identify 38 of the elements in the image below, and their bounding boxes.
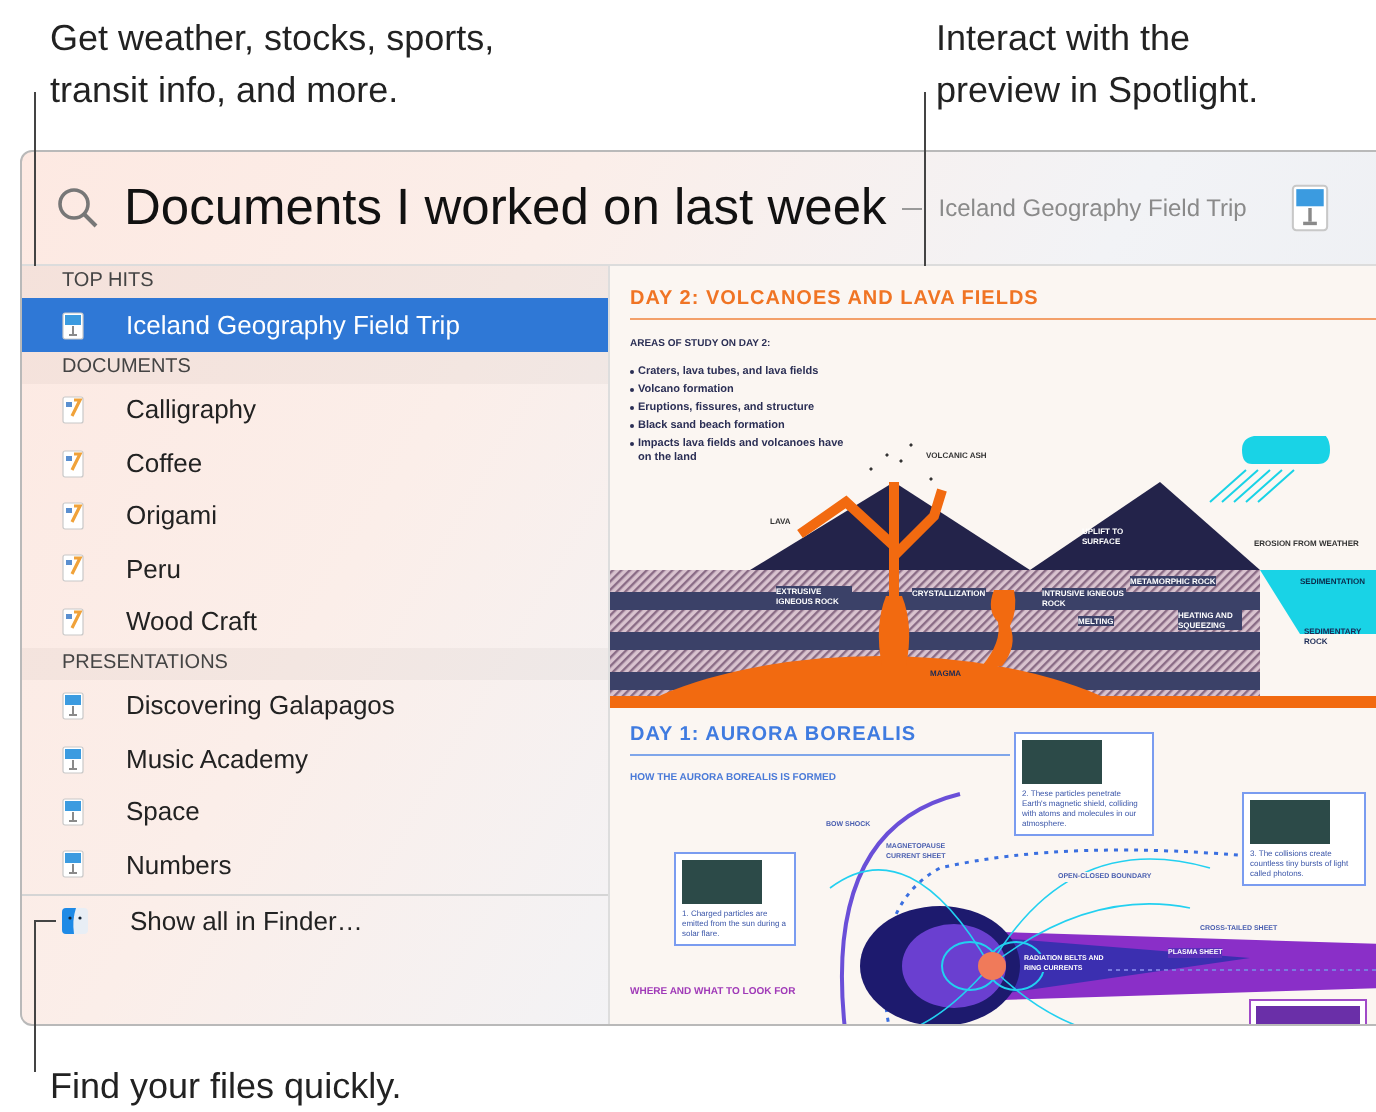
search-query[interactable]: Documents I worked on last week [124,169,887,247]
presentation-file-icon [62,797,84,826]
presentation-file-icon [62,692,84,721]
photo-placeholder [1250,800,1330,844]
result-item[interactable]: Peru [22,542,608,596]
result-item[interactable]: Wood Craft [22,595,608,648]
slide-title: DAY 1: AURORA BOREALIS [630,720,1010,756]
result-item[interactable]: Numbers [22,838,608,892]
presentation-file-icon [1290,184,1331,232]
document-file-icon [62,607,84,636]
callout-text: Find your files quickly. [50,1064,402,1110]
result-item[interactable]: Coffee [22,436,608,490]
document-file-icon [62,449,84,478]
show-all-link[interactable]: Show all in Finder… [130,901,363,941]
presentation-file-icon [62,311,84,339]
finder-face-icon [62,908,88,935]
document-file-icon [62,396,84,425]
presentation-file-icon [62,745,84,774]
section-header: PRESENTATIONS [22,647,608,680]
section-header: TOP HITS [22,266,608,298]
result-item[interactable]: Origami [22,489,608,543]
result-item[interactable]: Iceland Geography Field Trip [22,298,608,352]
slide-title: DAY 2: VOLCANOES AND LAVA FIELDS [630,284,1376,320]
result-item[interactable]: Music Academy [22,732,608,786]
search-icon [56,186,100,230]
result-item[interactable]: Space [22,785,608,839]
document-file-icon [62,501,84,530]
presentation-file-icon [62,850,84,879]
result-item[interactable]: Discovering Galapagos [22,679,608,733]
callout-text: Interact with the preview in Spotlight. [936,16,1261,114]
result-item[interactable]: Calligraphy [22,384,608,437]
photo-placeholder [1022,740,1102,784]
document-file-icon [62,554,84,583]
search-hint: Iceland Geography Field Trip [938,192,1247,226]
section-header: DOCUMENTS [22,352,608,384]
dash-divider [902,207,923,209]
callout-text: Get weather, stocks, sports, transit info, and more. [50,16,497,114]
photo-placeholder [682,860,762,904]
